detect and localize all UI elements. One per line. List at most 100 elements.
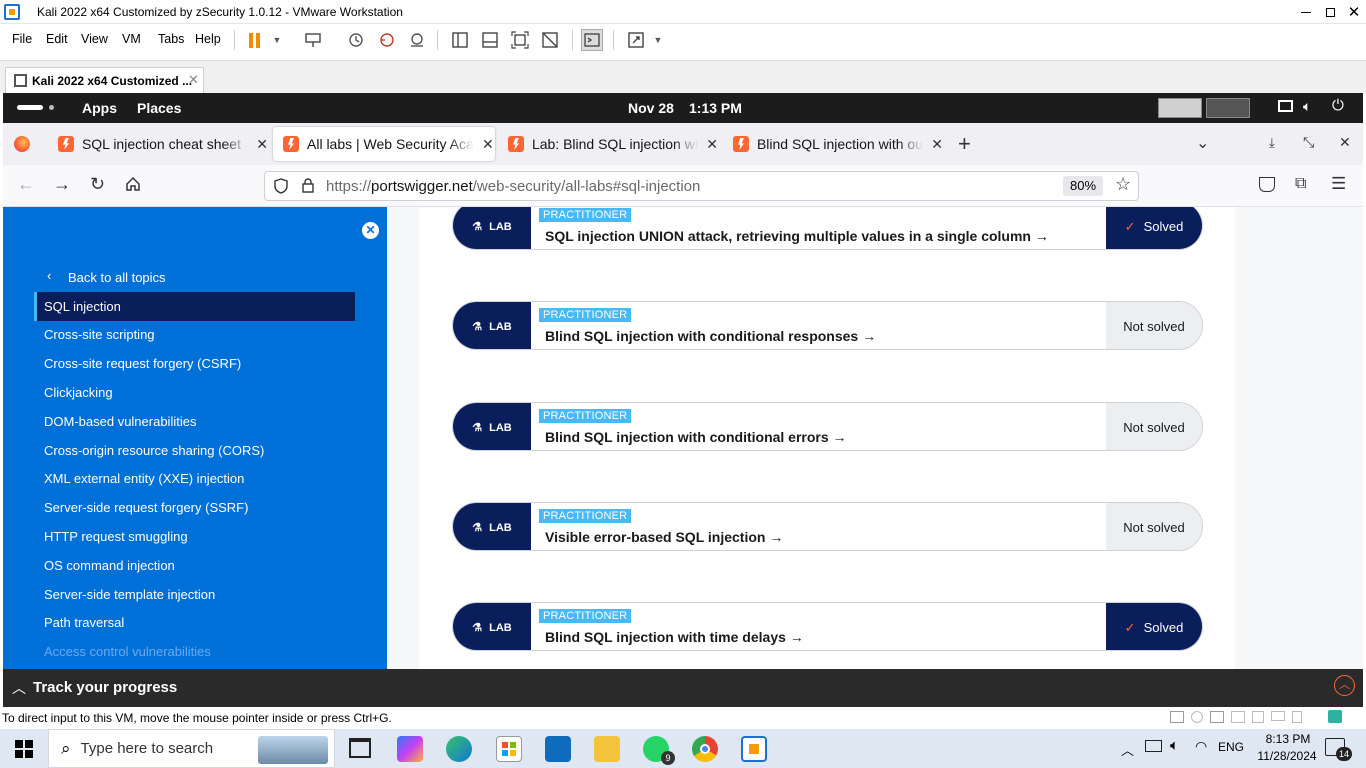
home-icon[interactable] — [125, 176, 141, 192]
chevron-left-icon[interactable]: ‹ — [47, 268, 51, 283]
taskbar-date[interactable]: 11/28/2024 — [1251, 749, 1323, 763]
display-device-icon[interactable] — [1271, 711, 1285, 721]
hamburger-menu-icon[interactable]: ☰ — [1331, 174, 1346, 194]
stretch-icon[interactable] — [625, 29, 647, 51]
menu-vm[interactable]: VM — [122, 32, 141, 46]
close-sidebar-icon[interactable]: ✕ — [362, 222, 379, 239]
battery-icon[interactable] — [1145, 740, 1162, 752]
snapshot-manager-icon[interactable] — [406, 29, 428, 51]
pocket-icon[interactable] — [1259, 177, 1275, 192]
lab-row[interactable]: ⚗ LAB PRACTITIONER Visible error-based SQ… — [452, 502, 1203, 551]
sidebar-item-smuggling[interactable]: HTTP request smuggling — [44, 529, 188, 544]
chevron-down-icon[interactable]: ▼ — [266, 29, 288, 51]
sidebar-item-xxe[interactable]: XML external entity (XXE) injection — [44, 471, 244, 486]
language-indicator[interactable]: ENG — [1218, 740, 1244, 754]
tab-all-labs[interactable]: All labs | Web Security Academy ✕ — [273, 127, 495, 161]
task-view-icon[interactable] — [349, 738, 371, 758]
printer-icon[interactable] — [1231, 711, 1245, 723]
copilot-icon[interactable] — [397, 736, 423, 762]
sidebar-item-dom[interactable]: DOM-based vulnerabilities — [44, 414, 196, 429]
activities-indicator[interactable] — [17, 105, 43, 110]
tracking-protection-icon[interactable] — [274, 178, 288, 194]
maximize-button[interactable] — [1318, 0, 1342, 24]
windows-start-icon[interactable] — [15, 740, 33, 758]
chevron-down-icon[interactable]: ▼ — [647, 29, 669, 51]
new-tab-button[interactable]: + — [958, 131, 971, 157]
sidebar-item-cors[interactable]: Cross-origin resource sharing (CORS) — [44, 443, 264, 458]
message-log-icon[interactable] — [1328, 710, 1342, 723]
lab-title-link[interactable]: SQL injection UNION attack, retrieving m… — [545, 228, 1049, 244]
sidebar-view-icon[interactable] — [449, 29, 471, 51]
close-tab-icon[interactable]: ✕ — [188, 72, 199, 88]
file-explorer-icon[interactable] — [594, 736, 620, 762]
cd-icon[interactable] — [1191, 711, 1203, 723]
wifi-icon[interactable]: ◠ — [1195, 738, 1207, 755]
reload-icon[interactable]: ↻ — [90, 174, 105, 195]
lab-title-link[interactable]: Visible error-based SQL injection → — [545, 529, 783, 545]
sidebar-item-csrf[interactable]: Cross-site request forgery (CSRF) — [44, 356, 241, 371]
network-icon[interactable] — [1210, 711, 1224, 723]
usb-icon[interactable] — [1292, 711, 1302, 723]
lab-title-link[interactable]: Blind SQL injection with time delays → — [545, 629, 804, 645]
list-all-tabs-icon[interactable]: ⌄ — [1196, 133, 1209, 153]
close-tab-icon[interactable]: ✕ — [931, 136, 943, 153]
menu-tabs[interactable]: Tabs — [158, 32, 184, 46]
bookmark-star-icon[interactable]: ☆ — [1115, 174, 1131, 195]
display-icon[interactable] — [1278, 100, 1293, 112]
sidebar-item-path-traversal[interactable]: Path traversal — [44, 615, 124, 630]
track-progress-bar[interactable]: ︿ Track your progress ︿ — [3, 669, 1363, 707]
unity-icon[interactable] — [539, 29, 561, 51]
extensions-icon[interactable]: ⧉ — [1295, 175, 1306, 193]
lab-row[interactable]: ⚗ LAB PRACTITIONER SQL injection UNION at… — [452, 207, 1203, 250]
workspace-2[interactable] — [1206, 98, 1250, 118]
sidebar-item-clickjacking[interactable]: Clickjacking — [44, 385, 113, 400]
chrome-icon[interactable] — [692, 736, 718, 762]
taskbar-time[interactable]: 8:13 PM — [1259, 732, 1317, 746]
back-icon[interactable]: ← — [17, 174, 35, 195]
lab-row[interactable]: ⚗ LAB PRACTITIONER Blind SQL injection wi… — [452, 301, 1203, 350]
clock-date[interactable]: Nov 28 — [628, 100, 674, 116]
show-hidden-icons[interactable]: ︿ — [1121, 740, 1134, 759]
taskbar-search[interactable]: ⌕ Type here to search — [48, 729, 335, 768]
close-window-button[interactable]: ✕ — [1342, 0, 1366, 24]
lab-row[interactable]: ⚗ LAB PRACTITIONER Blind SQL injection wi… — [452, 602, 1203, 651]
apps-menu[interactable]: Apps — [82, 100, 117, 116]
sidebar-item-xss[interactable]: Cross-site scripting — [44, 327, 155, 342]
tab-sql-cheat-sheet[interactable]: SQL injection cheat sheet ✕ — [48, 127, 268, 161]
speaker-icon[interactable]: 🔈︎ — [1170, 737, 1179, 754]
hdd-icon[interactable] — [1170, 711, 1184, 723]
forward-icon[interactable]: → — [53, 174, 71, 195]
sidebar-item-ssti[interactable]: Server-side template injection — [44, 587, 215, 602]
sidebar-item-access-control[interactable]: Access control vulnerabilities — [44, 644, 211, 659]
close-tab-icon[interactable]: ✕ — [256, 136, 268, 153]
thumbnail-view-icon[interactable] — [479, 29, 501, 51]
lock-icon[interactable] — [302, 178, 314, 193]
back-to-topics-link[interactable]: Back to all topics — [68, 270, 166, 285]
zoom-indicator[interactable]: 80% — [1063, 176, 1103, 196]
lab-title-link[interactable]: Blind SQL injection with conditional err… — [545, 429, 847, 445]
revert-snapshot-icon[interactable] — [376, 29, 398, 51]
restore-icon[interactable]: ⤡ — [1303, 134, 1314, 151]
chevron-up-icon[interactable]: ︿ — [12, 678, 26, 698]
sidebar-item-os-command[interactable]: OS command injection — [44, 558, 175, 573]
download-icon[interactable]: ⤓ — [1269, 135, 1275, 151]
vmware-taskbar-icon[interactable] — [741, 736, 767, 762]
close-browser-icon[interactable]: ✕ — [1339, 134, 1351, 151]
lab-title-link[interactable]: Blind SQL injection with conditional res… — [545, 328, 876, 344]
minimize-button[interactable] — [1294, 0, 1318, 24]
sidebar-item-sql-injection[interactable]: SQL injection — [34, 292, 355, 321]
sound-icon[interactable] — [1252, 711, 1264, 723]
close-tab-icon[interactable]: ✕ — [482, 136, 494, 153]
close-tab-icon[interactable]: ✕ — [706, 136, 718, 153]
console-icon[interactable] — [581, 29, 603, 51]
menu-edit[interactable]: Edit — [46, 32, 68, 46]
notifications-icon[interactable]: 14 — [1325, 738, 1352, 761]
url-bar[interactable]: https://portswigger.net/web-security/all… — [264, 171, 1139, 201]
volume-icon[interactable]: 🔈︎ — [1303, 98, 1311, 115]
whatsapp-icon[interactable]: 9 — [643, 736, 675, 765]
clock-time[interactable]: 1:13 PM — [689, 100, 742, 116]
menu-file[interactable]: File — [12, 32, 32, 46]
menu-view[interactable]: View — [81, 32, 108, 46]
sidebar-item-ssrf[interactable]: Server-side request forgery (SSRF) — [44, 500, 248, 515]
send-ctrl-alt-del-icon[interactable] — [302, 29, 324, 51]
